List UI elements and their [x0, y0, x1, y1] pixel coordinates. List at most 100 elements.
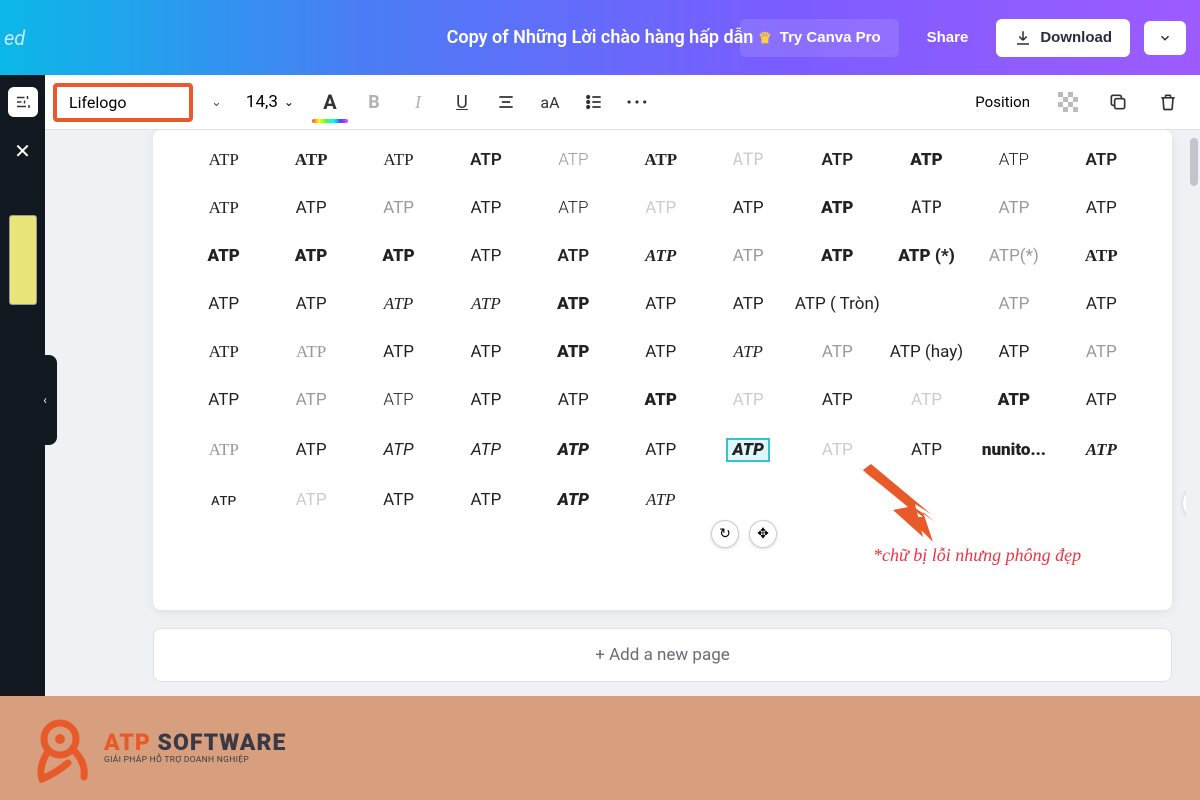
font-sample-cell[interactable]: ATP — [795, 196, 880, 220]
font-sample-cell[interactable]: ATP — [358, 292, 439, 316]
copy-button[interactable] — [1100, 84, 1136, 120]
font-sample-cell[interactable]: ATP — [445, 388, 526, 412]
font-sample-cell[interactable]: ATP — [1061, 438, 1142, 462]
font-sample-cell[interactable] — [973, 498, 1054, 502]
font-sample-cell[interactable]: ATP — [973, 388, 1054, 412]
bold-button[interactable]: B — [356, 84, 392, 120]
list-button[interactable] — [576, 84, 612, 120]
font-sample-cell[interactable]: ATP — [620, 148, 701, 172]
font-sample-cell[interactable]: ATP — [620, 340, 701, 364]
font-sample-cell[interactable]: ATP — [795, 148, 880, 172]
font-sample-cell[interactable]: ATP — [183, 196, 264, 220]
font-sample-cell[interactable]: ATP — [270, 292, 351, 316]
font-sample-cell[interactable] — [1061, 498, 1142, 502]
font-sample-cell[interactable]: ATP — [1061, 196, 1142, 220]
font-sample-cell[interactable]: ATP — [886, 148, 967, 172]
font-family-input[interactable]: Lifelogo — [53, 83, 193, 122]
font-sample-cell[interactable]: ATP — [795, 438, 880, 462]
font-sample-cell[interactable]: ATP — [533, 340, 614, 364]
font-sample-cell[interactable]: ATP — [445, 244, 526, 268]
font-sample-cell[interactable]: ATP(*) — [973, 244, 1054, 268]
font-sample-cell[interactable] — [886, 498, 967, 502]
font-sample-cell[interactable]: ATP — [795, 388, 880, 412]
font-sample-cell[interactable]: ATP — [1061, 340, 1142, 364]
font-sample-cell[interactable]: ATP — [358, 148, 439, 172]
font-sample-cell[interactable]: ATP — [358, 488, 439, 512]
font-sample-cell[interactable]: nunito... — [973, 438, 1054, 462]
font-sample-cell[interactable]: ATP — [183, 438, 264, 462]
font-sample-cell[interactable]: ATP — [445, 292, 526, 316]
add-page-button[interactable]: + Add a new page — [153, 628, 1172, 682]
font-sample-cell[interactable]: ATP — [533, 388, 614, 412]
font-sample-cell[interactable]: ATP — [183, 244, 264, 268]
font-sample-cell[interactable]: ATP — [533, 488, 614, 512]
font-sample-cell[interactable]: ATP (*) — [886, 244, 967, 268]
font-sample-cell[interactable]: ATP — [707, 388, 788, 412]
font-sample-cell[interactable]: ATP — [270, 388, 351, 412]
font-sample-cell[interactable]: ATP — [1061, 148, 1142, 172]
font-size-control[interactable]: 14,3 ⌄ — [246, 92, 294, 112]
font-sample-cell[interactable]: ATP — [533, 148, 614, 172]
font-sample-cell[interactable]: ATP — [620, 438, 701, 462]
font-sample-cell[interactable]: ATP — [445, 438, 526, 462]
font-sample-cell[interactable] — [886, 302, 967, 306]
more-button[interactable]: ··· — [620, 84, 656, 120]
font-sample-cell[interactable]: ATP — [183, 292, 264, 316]
font-sample-cell[interactable]: ATP — [358, 388, 439, 412]
font-sample-cell[interactable]: ATP — [1061, 388, 1142, 412]
font-sample-cell[interactable]: ATP — [445, 148, 526, 172]
move-handle[interactable]: ✥ — [749, 520, 777, 548]
scrollbar-thumb[interactable] — [1190, 138, 1198, 186]
font-sample-cell[interactable]: ATP — [795, 244, 880, 268]
italic-button[interactable]: I — [400, 84, 436, 120]
font-sample-cell[interactable]: ATP — [445, 340, 526, 364]
font-sample-cell[interactable] — [707, 498, 788, 502]
font-sample-cell[interactable]: ATP — [620, 244, 701, 268]
font-sample-cell[interactable]: ATP — [886, 388, 967, 412]
try-pro-button[interactable]: ♛Try Canva Pro — [740, 19, 898, 57]
font-sample-cell[interactable]: ATP — [1061, 244, 1142, 268]
align-button[interactable] — [488, 84, 524, 120]
font-sample-cell[interactable]: ATP — [620, 292, 701, 316]
font-sample-cell[interactable]: ATP — [707, 436, 788, 464]
font-sample-cell[interactable]: ATP — [707, 340, 788, 364]
font-sample-cell[interactable]: ATP — [183, 388, 264, 412]
font-sample-cell[interactable]: ATP — [358, 340, 439, 364]
font-sample-cell[interactable]: ATP — [533, 244, 614, 268]
font-sample-cell[interactable]: ATP ( Tròn) — [795, 292, 880, 316]
font-sample-cell[interactable]: ATP — [620, 488, 701, 512]
font-sample-cell[interactable]: ATP — [270, 244, 351, 268]
delete-button[interactable] — [1150, 84, 1186, 120]
font-sample-cell[interactable]: ATP — [533, 292, 614, 316]
font-sample-cell[interactable]: ATP — [620, 196, 701, 220]
page-thumbnail[interactable] — [9, 215, 37, 305]
close-panel-button[interactable]: ✕ — [14, 139, 31, 163]
font-sample-cell[interactable]: ATP — [973, 148, 1054, 172]
font-sample-cell[interactable]: ATP — [620, 388, 701, 412]
text-color-button[interactable]: A — [312, 84, 348, 120]
adjustments-button[interactable] — [8, 87, 38, 117]
underline-button[interactable]: U — [444, 84, 480, 120]
font-sample-cell[interactable]: ATP — [707, 292, 788, 316]
font-family-caret[interactable]: ⌄ — [199, 95, 234, 110]
font-sample-cell[interactable]: ATP — [707, 196, 788, 220]
download-button[interactable]: Download — [996, 19, 1130, 57]
font-sample-cell[interactable]: ATP — [358, 244, 439, 268]
font-sample-cell[interactable]: ATP — [886, 438, 967, 462]
font-sample-cell[interactable]: ATP — [445, 196, 526, 220]
design-canvas[interactable]: ATPATPATPATPATPATPATPATPATPATPATPATPATPA… — [153, 130, 1172, 610]
document-title[interactable]: Copy of Những Lời chào hàng hấp dẫn — [447, 27, 754, 48]
font-sample-cell[interactable]: ATP — [358, 196, 439, 220]
font-sample-cell[interactable]: ATP (hay) — [886, 340, 967, 364]
font-sample-cell[interactable]: ATP — [270, 196, 351, 220]
font-sample-cell[interactable]: ATP — [270, 438, 351, 462]
text-case-button[interactable]: aA — [532, 84, 568, 120]
font-sample-cell[interactable]: ATP — [270, 148, 351, 172]
font-sample-cell[interactable]: ATP — [183, 148, 264, 172]
font-sample-cell[interactable] — [795, 498, 880, 502]
font-sample-cell[interactable]: ATP — [358, 438, 439, 462]
position-button[interactable]: Position — [969, 89, 1036, 115]
font-sample-cell[interactable]: ATP — [707, 244, 788, 268]
font-sample-cell[interactable]: ATP — [973, 340, 1054, 364]
font-sample-cell[interactable]: ATP — [973, 292, 1054, 316]
